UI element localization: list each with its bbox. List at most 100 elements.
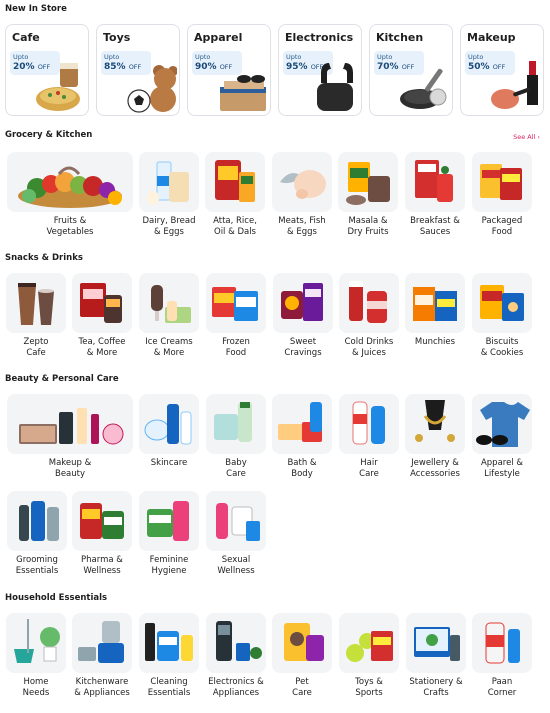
category-electronics-appliances[interactable]: Electronics & Appliances: [206, 613, 266, 699]
lipstick-icon: [491, 61, 538, 109]
category-hair-care[interactable]: Hair Care: [339, 394, 399, 480]
category-label: Packaged Food: [481, 216, 523, 237]
store-card-kitchen[interactable]: Kitchen Upto 70% OFF: [369, 24, 453, 116]
ball-cards-icon: [346, 631, 393, 662]
category-cleaning[interactable]: Cleaning Essentials: [139, 613, 199, 699]
offer-upto: Upto: [13, 53, 29, 61]
category-masala[interactable]: Masala & Dry Fruits: [338, 152, 398, 238]
detergent-icon: [145, 623, 193, 661]
category-label: Home Needs: [22, 677, 50, 698]
category-biscuits[interactable]: Biscuits & Cookies: [472, 273, 532, 359]
category-cold-drinks[interactable]: Cold Drinks & Juices: [339, 273, 399, 359]
chocolate-icon: [281, 283, 323, 321]
tshirt-icon: [476, 402, 530, 447]
category-sweet-cravings[interactable]: Sweet Cravings: [273, 273, 333, 359]
new-in-store-row: Cafe Upto 20% OFF Toys Upto 85% OFF Appa: [5, 24, 545, 118]
category-label: Biscuits & Cookies: [480, 337, 524, 358]
category-label: Paan Corner: [487, 677, 517, 698]
category-label: Grooming Essentials: [15, 555, 59, 576]
snacks-section-title: Snacks & Drinks: [5, 253, 83, 263]
category-munchies[interactable]: Munchies: [405, 273, 465, 348]
category-skincare[interactable]: Skincare: [139, 394, 199, 469]
category-label: Baby Care: [225, 458, 247, 479]
teddy-bear-icon: [127, 65, 177, 113]
category-breakfast[interactable]: Breakfast & Sauces: [405, 152, 465, 238]
category-baby-care[interactable]: Baby Care: [206, 394, 266, 480]
store-card-electronics[interactable]: Electronics Upto 95% OFF: [278, 24, 362, 116]
category-home-needs[interactable]: Home Needs: [6, 613, 66, 699]
medicine-icon: [80, 503, 124, 539]
category-ice-creams[interactable]: Ice Creams & More: [139, 273, 199, 359]
pads-icon: [147, 501, 189, 541]
category-label: Skincare: [150, 458, 188, 468]
category-grooming[interactable]: Grooming Essentials: [7, 491, 67, 577]
category-frozen-food[interactable]: Frozen Food: [206, 273, 266, 359]
category-label: Bath & Body: [287, 458, 317, 479]
category-tea-coffee[interactable]: Tea, Coffee & More: [72, 273, 132, 359]
category-kitchenware[interactable]: Kitchenware & Appliances: [72, 613, 132, 699]
see-all-link[interactable]: See All ›: [513, 133, 540, 141]
category-pharma[interactable]: Pharma & Wellness: [72, 491, 132, 577]
earbuds-icon: [317, 63, 353, 111]
store-card-name: Electronics: [285, 31, 354, 44]
category-toys-sports[interactable]: Toys & Sports: [339, 613, 399, 699]
category-label: Stationery & Crafts: [409, 677, 463, 698]
category-label: Dairy, Bread & Eggs: [142, 216, 196, 237]
category-label: Jewellery & Accessories: [410, 458, 460, 479]
household-section-title: Household Essentials: [5, 593, 108, 603]
chicken-icon: [280, 170, 326, 199]
cafe-food-icon: [36, 63, 80, 111]
lighter-icon: [485, 622, 520, 664]
category-jewellery[interactable]: Jewellery & Accessories: [405, 394, 465, 480]
category-atta[interactable]: Atta, Rice, Oil & Dals: [205, 152, 265, 238]
necklace-icon: [415, 400, 455, 442]
category-meats[interactable]: Meats, Fish & Eggs: [272, 152, 332, 238]
category-makeup-beauty[interactable]: Makeup & Beauty: [7, 394, 133, 480]
offer-upto: Upto: [468, 53, 484, 61]
category-dairy[interactable]: Dairy, Bread & Eggs: [139, 152, 199, 238]
store-card-apparel[interactable]: Apparel Upto 90% OFF: [187, 24, 271, 116]
offer-upto: Upto: [286, 53, 302, 61]
category-label: Atta, Rice, Oil & Dals: [213, 216, 257, 237]
soda-can-icon: [349, 281, 387, 323]
category-label: Pet Care: [292, 677, 312, 698]
category-label: Hair Care: [359, 458, 379, 479]
store-card-name: Toys: [103, 31, 131, 44]
pet-food-icon: [284, 623, 324, 661]
category-fruits-vegetables[interactable]: Fruits & Vegetables: [7, 152, 133, 238]
category-sexual-wellness[interactable]: Sexual Wellness: [206, 491, 266, 577]
category-label: Ice Creams & More: [145, 337, 193, 358]
category-stationery[interactable]: Stationery & Crafts: [406, 613, 466, 699]
category-packaged-food[interactable]: Packaged Food: [472, 152, 532, 238]
makeup-palette-icon: [19, 408, 124, 445]
dairy-icon: [147, 161, 189, 205]
appliance-icon: [216, 621, 262, 661]
category-apparel-lifestyle[interactable]: Apparel & Lifestyle: [472, 394, 532, 480]
category-label: Pharma & Wellness: [81, 555, 123, 576]
category-label: Electronics & Appliances: [208, 677, 264, 698]
store-card-toys[interactable]: Toys Upto 85% OFF: [96, 24, 180, 116]
category-label: Breakfast & Sauces: [410, 216, 460, 237]
category-zepto-cafe[interactable]: Zepto Cafe: [6, 273, 66, 359]
offer-upto: Upto: [104, 53, 120, 61]
category-label: Zepto Cafe: [23, 337, 49, 358]
ice-cream-icon: [151, 285, 191, 323]
category-pet-care[interactable]: Pet Care: [272, 613, 332, 699]
store-card-name: Apparel: [194, 31, 243, 44]
noodles-icon: [480, 164, 522, 200]
category-label: Feminine Hygiene: [149, 555, 189, 576]
atta-icon: [215, 160, 255, 202]
store-card-name: Kitchen: [376, 31, 424, 44]
category-feminine-hygiene[interactable]: Feminine Hygiene: [139, 491, 199, 577]
pan-icon: [400, 68, 447, 109]
category-label: Apparel & Lifestyle: [480, 458, 524, 479]
store-card-makeup[interactable]: Makeup Upto 50% OFF: [460, 24, 544, 116]
category-bath-body[interactable]: Bath & Body: [272, 394, 332, 480]
chips-icon: [413, 287, 457, 321]
clothes-sunglasses-icon: [220, 75, 266, 111]
store-card-cafe[interactable]: Cafe Upto 20% OFF: [5, 24, 89, 116]
offer-upto: Upto: [377, 53, 393, 61]
category-label: Masala & Dry Fruits: [347, 216, 389, 237]
cereal-icon: [415, 160, 453, 202]
category-paan-corner[interactable]: Paan Corner: [472, 613, 532, 699]
